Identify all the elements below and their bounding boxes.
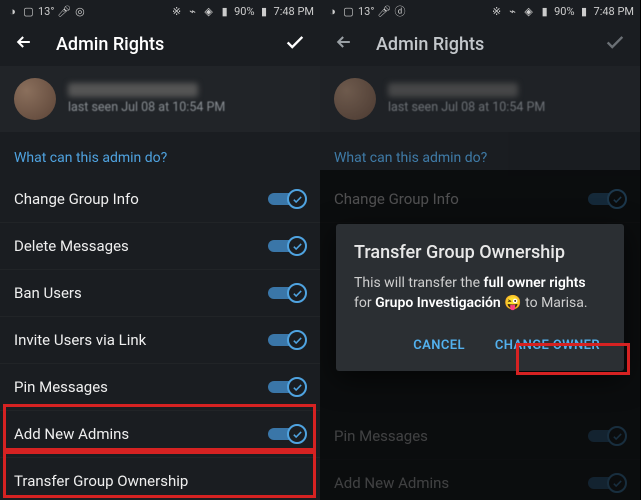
battery-pct: 90% <box>234 5 254 18</box>
back-icon[interactable] <box>334 32 354 56</box>
confirm-icon[interactable] <box>284 31 306 57</box>
battery-icon: ▮ <box>258 5 271 18</box>
user-status: last seen Jul 08 at 10:54 PM <box>388 100 545 115</box>
clock-icon: ◎ <box>73 5 86 18</box>
page-title: Admin Rights <box>56 34 262 55</box>
user-row: last seen Jul 08 at 10:54 PM <box>320 66 640 132</box>
cancel-button[interactable]: CANCEL <box>407 330 471 361</box>
toggle-on-icon[interactable] <box>268 190 306 208</box>
app-icon: ⓓ <box>393 5 406 18</box>
vibrate-icon: ※ <box>490 5 503 18</box>
perm-label: Delete Messages <box>14 237 268 255</box>
steam-icon: ◑ <box>6 5 19 18</box>
wifi-icon: ◈ <box>202 5 215 18</box>
toggle-on-icon[interactable] <box>268 331 306 349</box>
perm-pin-messages[interactable]: Pin Messages <box>0 364 320 411</box>
battery-pct: 90% <box>554 5 574 18</box>
clock-time: 7:48 PM <box>274 5 314 18</box>
user-status: last seen Jul 08 at 10:54 PM <box>68 100 225 115</box>
gallery-icon: ▢ <box>22 5 35 18</box>
temperature: 13° <box>358 5 374 18</box>
signal-icon: ▮ <box>538 5 551 18</box>
user-row[interactable]: last seen Jul 08 at 10:54 PM <box>0 66 320 132</box>
status-bar: ◑ ▢ 13° 🎤︎ ⓓ ※ ⌁ ◈ ▮ 90% ▮ 7:48 PM <box>320 0 640 22</box>
perm-label: Transfer Group Ownership <box>14 472 306 490</box>
steam-icon: ◑ <box>326 5 339 18</box>
toggle-on-icon[interactable] <box>268 425 306 443</box>
page-title: Admin Rights <box>376 34 582 55</box>
toggle-on-icon[interactable] <box>268 237 306 255</box>
user-name <box>388 83 518 97</box>
bluetooth-icon: ⌁ <box>186 5 199 18</box>
confirm-icon[interactable] <box>604 31 626 57</box>
screen-right: ◑ ▢ 13° 🎤︎ ⓓ ※ ⌁ ◈ ▮ 90% ▮ 7:48 PM Admin… <box>320 0 640 500</box>
perm-change-info[interactable]: Change Group Info <box>0 176 320 223</box>
vibrate-icon: ※ <box>170 5 183 18</box>
battery-icon: ▮ <box>578 5 591 18</box>
header: Admin Rights <box>320 22 640 66</box>
transfer-ownership-dialog: Transfer Group Ownership This will trans… <box>336 224 624 371</box>
mic-icon: 🎤︎ <box>377 5 390 18</box>
perm-invite-link[interactable]: Invite Users via Link <box>0 317 320 364</box>
perm-label: Pin Messages <box>14 378 268 396</box>
wifi-icon: ◈ <box>522 5 535 18</box>
bluetooth-icon: ⌁ <box>506 5 519 18</box>
dialog-body: This will transfer the full owner rights… <box>354 273 606 314</box>
avatar <box>334 78 376 120</box>
perm-transfer-ownership[interactable]: Transfer Group Ownership <box>0 458 320 500</box>
screen-left: ◑ ▢ 13° 🎤︎ ◎ ※ ⌁ ◈ ▮ 90% ▮ 7:48 PM Admin… <box>0 0 320 500</box>
clock-time: 7:48 PM <box>594 5 634 18</box>
mic-icon: 🎤︎ <box>57 5 70 18</box>
perm-label: Change Group Info <box>14 190 268 208</box>
perm-add-admins[interactable]: Add New Admins <box>0 411 320 458</box>
toggle-on-icon[interactable] <box>268 284 306 302</box>
perm-ban-users[interactable]: Ban Users <box>0 270 320 317</box>
perm-label: Add New Admins <box>14 425 268 443</box>
user-name <box>68 83 198 97</box>
gallery-icon: ▢ <box>342 5 355 18</box>
section-label: What can this admin do? <box>0 132 320 176</box>
perm-label: Invite Users via Link <box>14 331 268 349</box>
perm-label: Ban Users <box>14 284 268 302</box>
header: Admin Rights <box>0 22 320 66</box>
temperature: 13° <box>38 5 54 18</box>
toggle-on-icon[interactable] <box>268 378 306 396</box>
change-owner-button[interactable]: CHANGE OWNER <box>489 330 606 361</box>
dialog-title: Transfer Group Ownership <box>354 242 606 263</box>
signal-icon: ▮ <box>218 5 231 18</box>
perm-delete-messages[interactable]: Delete Messages <box>0 223 320 270</box>
status-bar: ◑ ▢ 13° 🎤︎ ◎ ※ ⌁ ◈ ▮ 90% ▮ 7:48 PM <box>0 0 320 22</box>
back-icon[interactable] <box>14 32 34 56</box>
avatar <box>14 78 56 120</box>
